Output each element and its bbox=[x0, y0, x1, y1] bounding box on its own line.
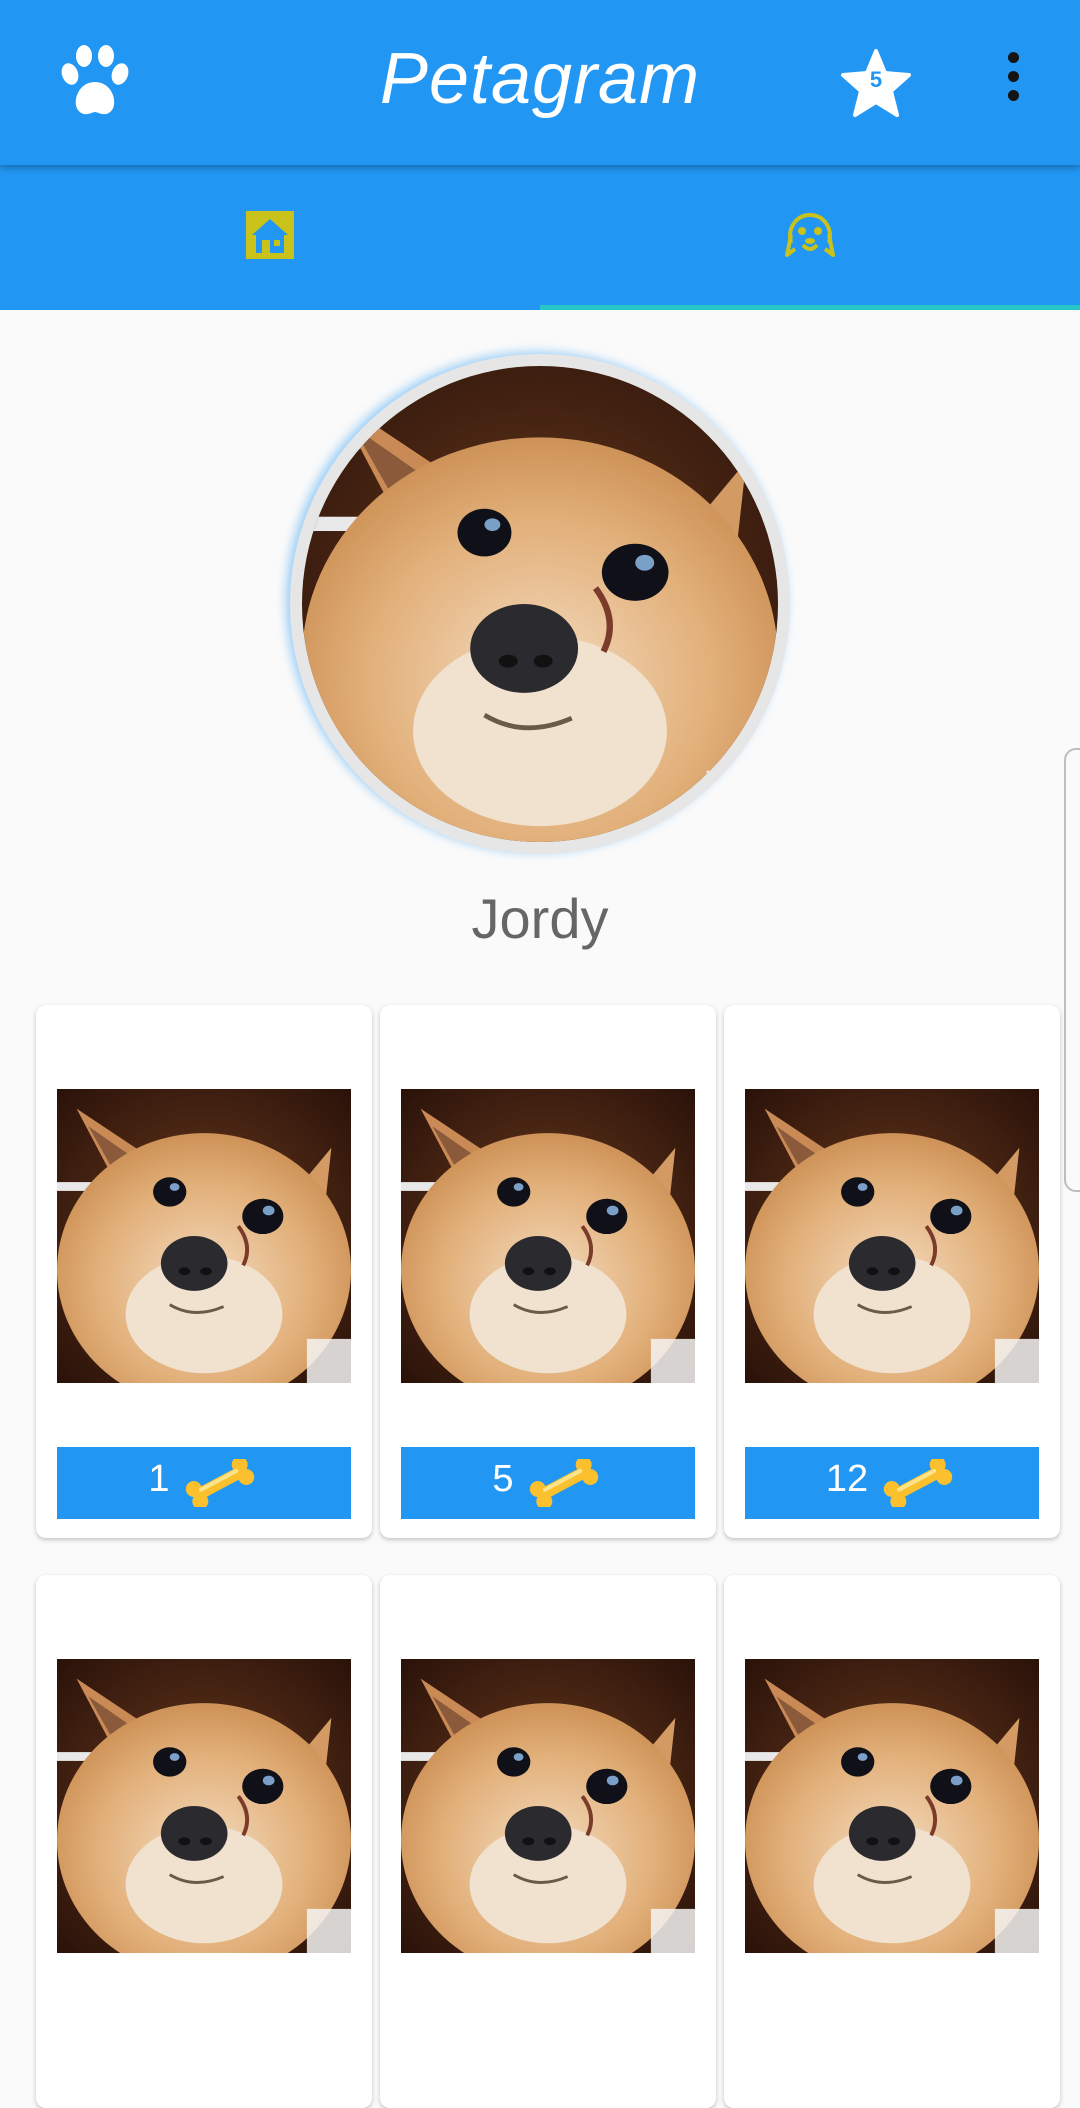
profile-photo bbox=[302, 366, 778, 842]
photo-card[interactable] bbox=[724, 1575, 1060, 2108]
likes-bar: 1 bbox=[57, 1447, 351, 1519]
photo-card[interactable]: 12 bbox=[724, 1005, 1060, 1538]
dog-photo bbox=[745, 1659, 1039, 1953]
dog-photo bbox=[57, 1659, 351, 1953]
dog-photo bbox=[401, 1089, 695, 1383]
likes-count: 12 bbox=[825, 1457, 869, 1500]
edge-panel-handle[interactable] bbox=[1064, 748, 1080, 1192]
dog-face-icon bbox=[785, 212, 835, 257]
pet-name: Jordy bbox=[471, 887, 609, 950]
selected-tab-indicator bbox=[540, 305, 1080, 310]
bone-icon bbox=[524, 1459, 604, 1507]
photo-card[interactable] bbox=[36, 1575, 372, 2108]
home-icon bbox=[246, 211, 294, 259]
dog-photo bbox=[57, 1089, 351, 1383]
bone-icon bbox=[878, 1459, 958, 1507]
likes-bar: 12 bbox=[745, 1447, 1039, 1519]
likes-count: 1 bbox=[148, 1457, 170, 1500]
likes-bar: 5 bbox=[401, 1447, 695, 1519]
favorites-count: 5 bbox=[869, 67, 883, 92]
favorites-button[interactable]: 5 bbox=[840, 48, 912, 120]
app-bar: Petagram 5 bbox=[0, 0, 1080, 165]
photo-card[interactable] bbox=[380, 1575, 716, 2108]
dog-photo bbox=[745, 1089, 1039, 1383]
tab-bar bbox=[0, 165, 1080, 310]
more-vert-icon[interactable] bbox=[996, 52, 1030, 112]
app-title: Petagram bbox=[379, 39, 701, 119]
photo-card[interactable]: 5 bbox=[380, 1005, 716, 1538]
dog-photo bbox=[401, 1659, 695, 1953]
bone-icon bbox=[180, 1459, 260, 1507]
tab-home[interactable] bbox=[0, 165, 540, 310]
likes-count: 5 bbox=[492, 1457, 514, 1500]
tab-profile[interactable] bbox=[540, 165, 1080, 310]
avatar[interactable] bbox=[290, 354, 790, 854]
photo-card[interactable]: 1 bbox=[36, 1005, 372, 1538]
